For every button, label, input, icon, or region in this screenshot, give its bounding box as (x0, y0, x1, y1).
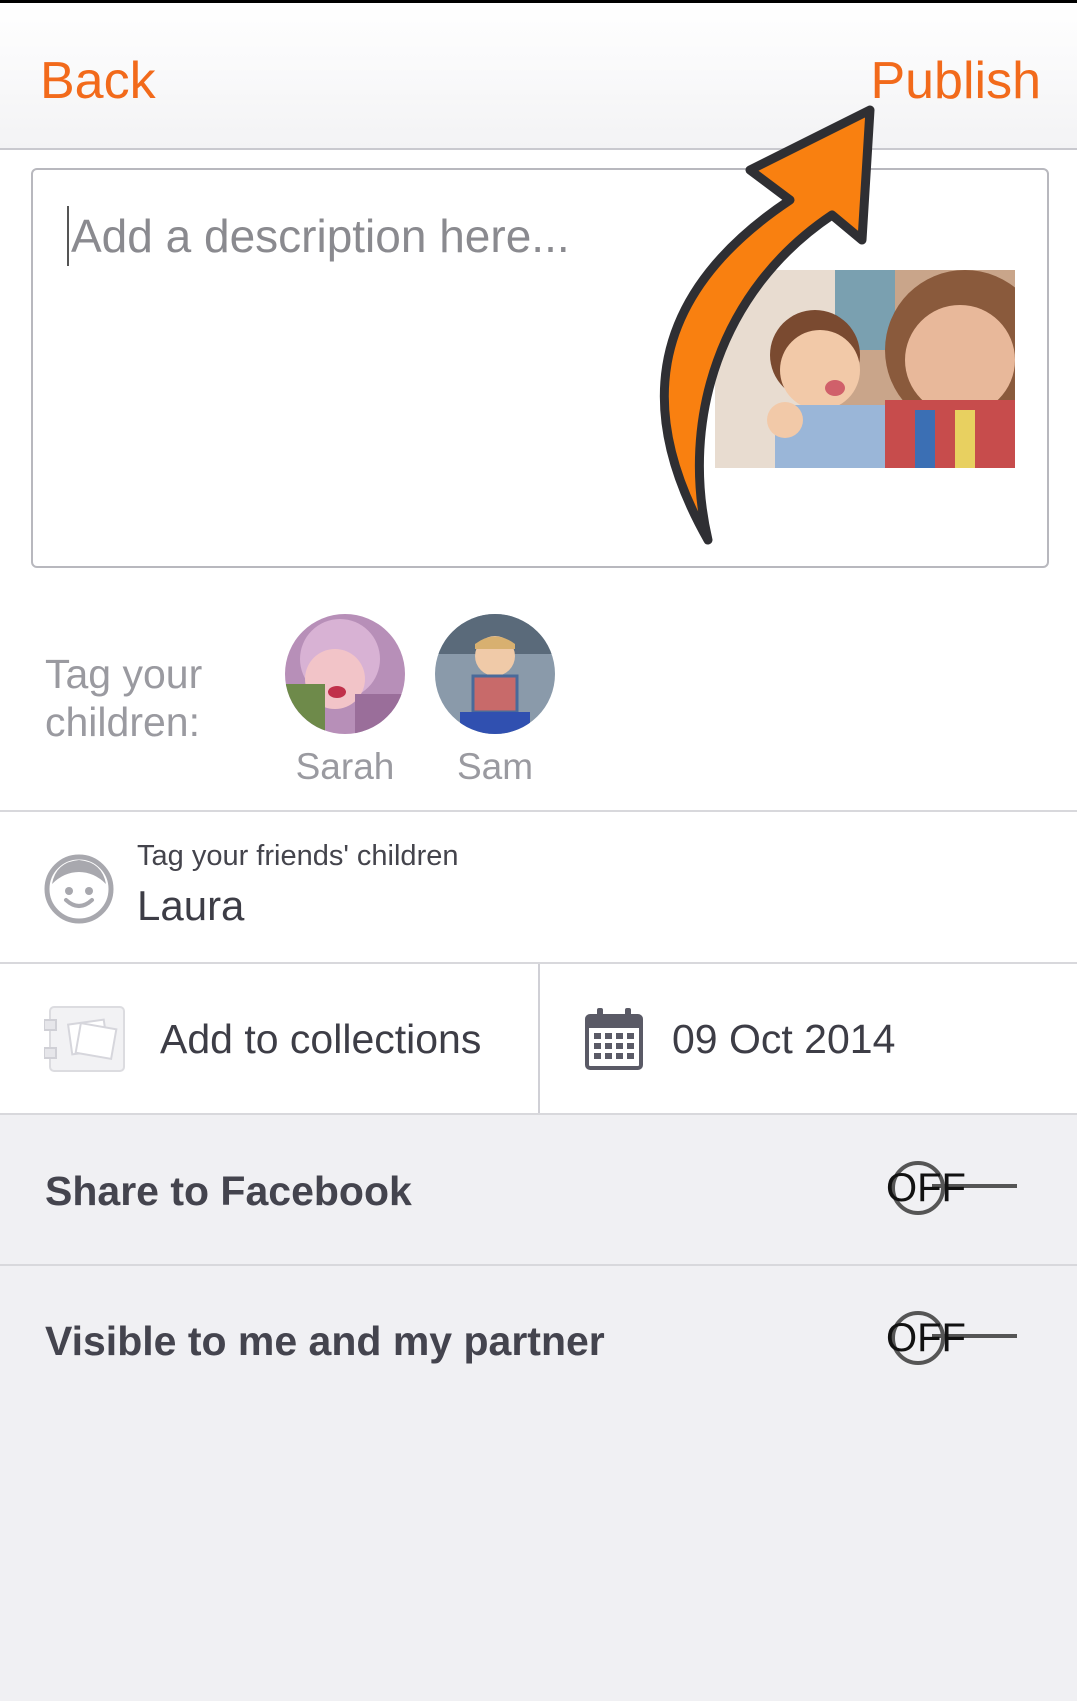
child-tag-sam[interactable]: Sam (425, 614, 565, 788)
visibility-toggle[interactable]: OFF (882, 1302, 1042, 1372)
description-box (31, 168, 1049, 568)
add-to-collections-button[interactable]: Add to collections (0, 964, 538, 1114)
smiley-face-icon (44, 854, 114, 924)
collections-label: Add to collections (160, 1016, 482, 1062)
calendar-icon (585, 1008, 643, 1070)
friends-caption: Tag your friends' children (137, 840, 459, 872)
date-picker[interactable]: 09 Oct 2014 (540, 964, 1077, 1114)
child-name: Sam (456, 746, 534, 787)
attached-photo (715, 270, 1015, 468)
divider (0, 1113, 1077, 1115)
avatar (285, 614, 405, 734)
visibility-row: Visible to me and my partner OFF (0, 1266, 1077, 1414)
child-tag-sarah[interactable]: Sarah (275, 614, 415, 788)
top-bar: Back Publish (0, 0, 1077, 150)
tag-children-label: Tag your children: (45, 651, 203, 745)
child-name: Sarah (295, 746, 395, 787)
back-button[interactable]: Back (40, 51, 156, 111)
tag-friends-children-row[interactable]: Tag your friends' children Laura (0, 812, 1077, 962)
toggle-state: OFF (886, 1166, 966, 1210)
toggle-state: OFF (886, 1316, 966, 1360)
date-value: 09 Oct 2014 (672, 1016, 896, 1062)
description-input[interactable] (67, 206, 651, 266)
friends-value: Laura (137, 882, 245, 929)
share-facebook-toggle[interactable]: OFF (882, 1152, 1042, 1222)
visibility-label: Visible to me and my partner (45, 1318, 605, 1364)
share-facebook-label: Share to Facebook (45, 1168, 412, 1214)
publish-button[interactable]: Publish (870, 51, 1041, 111)
avatar (435, 614, 555, 734)
share-facebook-row: Share to Facebook OFF (0, 1116, 1077, 1264)
album-icon (43, 1004, 128, 1074)
